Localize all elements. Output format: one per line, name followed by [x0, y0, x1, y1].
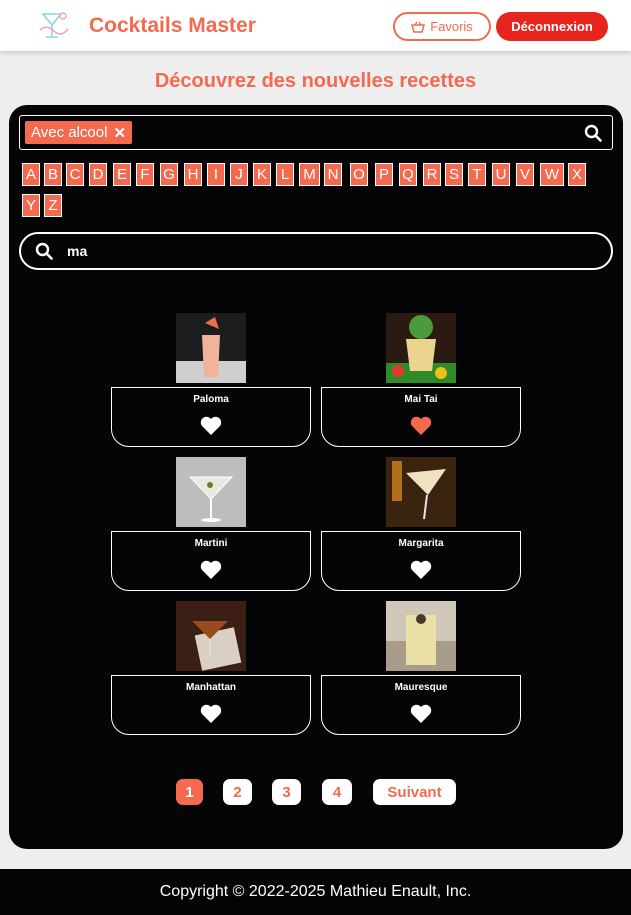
recipes-panel: Avec alcool ✕ ABCDEFGHIJKLMNOPQRSTUVWX YZ…: [9, 105, 623, 849]
letter-k-button[interactable]: K: [253, 163, 271, 186]
letter-n-button[interactable]: N: [324, 163, 342, 186]
letter-o-button[interactable]: O: [350, 163, 368, 186]
remove-tag-icon[interactable]: ✕: [113, 124, 126, 142]
heart-icon[interactable]: [410, 560, 432, 580]
cocktail-logo[interactable]: [37, 8, 71, 44]
top-navbar: Cocktails Master Favoris Déconnexion: [0, 0, 631, 51]
cocktail-name[interactable]: Manhattan: [112, 682, 310, 693]
heart-icon[interactable]: [200, 416, 222, 436]
card-body: Mai Tai: [321, 387, 521, 447]
letter-v-button[interactable]: V: [516, 163, 534, 186]
search-icon: [35, 242, 53, 260]
favorites-button[interactable]: Favoris: [393, 12, 491, 41]
heart-icon[interactable]: [200, 560, 222, 580]
letter-e-button[interactable]: E: [113, 163, 131, 186]
page-1-button[interactable]: 1: [176, 779, 203, 805]
manhattan-image: [176, 601, 246, 671]
letter-d-button[interactable]: D: [89, 163, 107, 186]
page-4-button[interactable]: 4: [322, 779, 352, 805]
card-body: Paloma: [111, 387, 311, 447]
letter-s-button[interactable]: S: [445, 163, 463, 186]
letter-h-button[interactable]: H: [184, 163, 202, 186]
cocktail-name[interactable]: Mai Tai: [322, 394, 520, 405]
letter-g-button[interactable]: G: [160, 163, 178, 186]
card-body: Martini: [111, 531, 311, 591]
favorites-label: Favoris: [430, 19, 473, 34]
next-page-button[interactable]: Suivant: [373, 779, 456, 805]
letter-f-button[interactable]: F: [136, 163, 154, 186]
heart-icon[interactable]: [200, 704, 222, 724]
letter-l-button[interactable]: L: [276, 163, 294, 186]
brand-title[interactable]: Cocktails Master: [89, 14, 256, 38]
page-title: Découvrez des nouvelles recettes: [154, 70, 477, 92]
page-2-button[interactable]: 2: [223, 779, 252, 805]
letter-c-button[interactable]: C: [66, 163, 84, 186]
card-body: Mauresque: [321, 675, 521, 735]
heart-filled-icon[interactable]: [410, 416, 432, 436]
letter-z-button[interactable]: Z: [44, 194, 62, 217]
page-3-button[interactable]: 3: [272, 779, 301, 805]
letter-i-button[interactable]: I: [207, 163, 225, 186]
letter-b-button[interactable]: B: [44, 163, 62, 186]
basket-icon: [411, 21, 426, 33]
letter-p-button[interactable]: P: [375, 163, 393, 186]
cocktail-name[interactable]: Margarita: [322, 538, 520, 549]
card-body: Margarita: [321, 531, 521, 591]
cocktail-name[interactable]: Martini: [112, 538, 310, 549]
letter-w-button[interactable]: W: [540, 163, 564, 186]
category-filter[interactable]: Avec alcool ✕: [19, 115, 613, 150]
letter-r-button[interactable]: R: [423, 163, 441, 186]
heart-icon[interactable]: [410, 704, 432, 724]
letter-x-button[interactable]: X: [568, 163, 586, 186]
footer-copyright: Copyright © 2022-2025 Mathieu Enault, In…: [0, 869, 631, 915]
mauresque-image: [386, 601, 456, 671]
cocktail-name[interactable]: Paloma: [112, 394, 310, 405]
margarita-image: [386, 457, 456, 527]
cocktail-name[interactable]: Mauresque: [322, 682, 520, 693]
letter-j-button[interactable]: J: [230, 163, 248, 186]
filter-tag-label: Avec alcool: [31, 124, 108, 141]
search-input[interactable]: ma: [67, 243, 87, 259]
paloma-image: [176, 313, 246, 383]
letter-y-button[interactable]: Y: [22, 194, 40, 217]
letter-q-button[interactable]: Q: [399, 163, 417, 186]
letter-u-button[interactable]: U: [492, 163, 510, 186]
search-bar[interactable]: ma: [19, 232, 613, 270]
logout-button[interactable]: Déconnexion: [496, 12, 608, 41]
martini-image: [176, 457, 246, 527]
search-icon[interactable]: [584, 124, 602, 142]
letter-a-button[interactable]: A: [22, 163, 40, 186]
filter-tag: Avec alcool ✕: [25, 121, 133, 144]
letter-t-button[interactable]: T: [468, 163, 486, 186]
card-body: Manhattan: [111, 675, 311, 735]
letter-m-button[interactable]: M: [299, 163, 320, 186]
mai-tai-image: [386, 313, 456, 383]
